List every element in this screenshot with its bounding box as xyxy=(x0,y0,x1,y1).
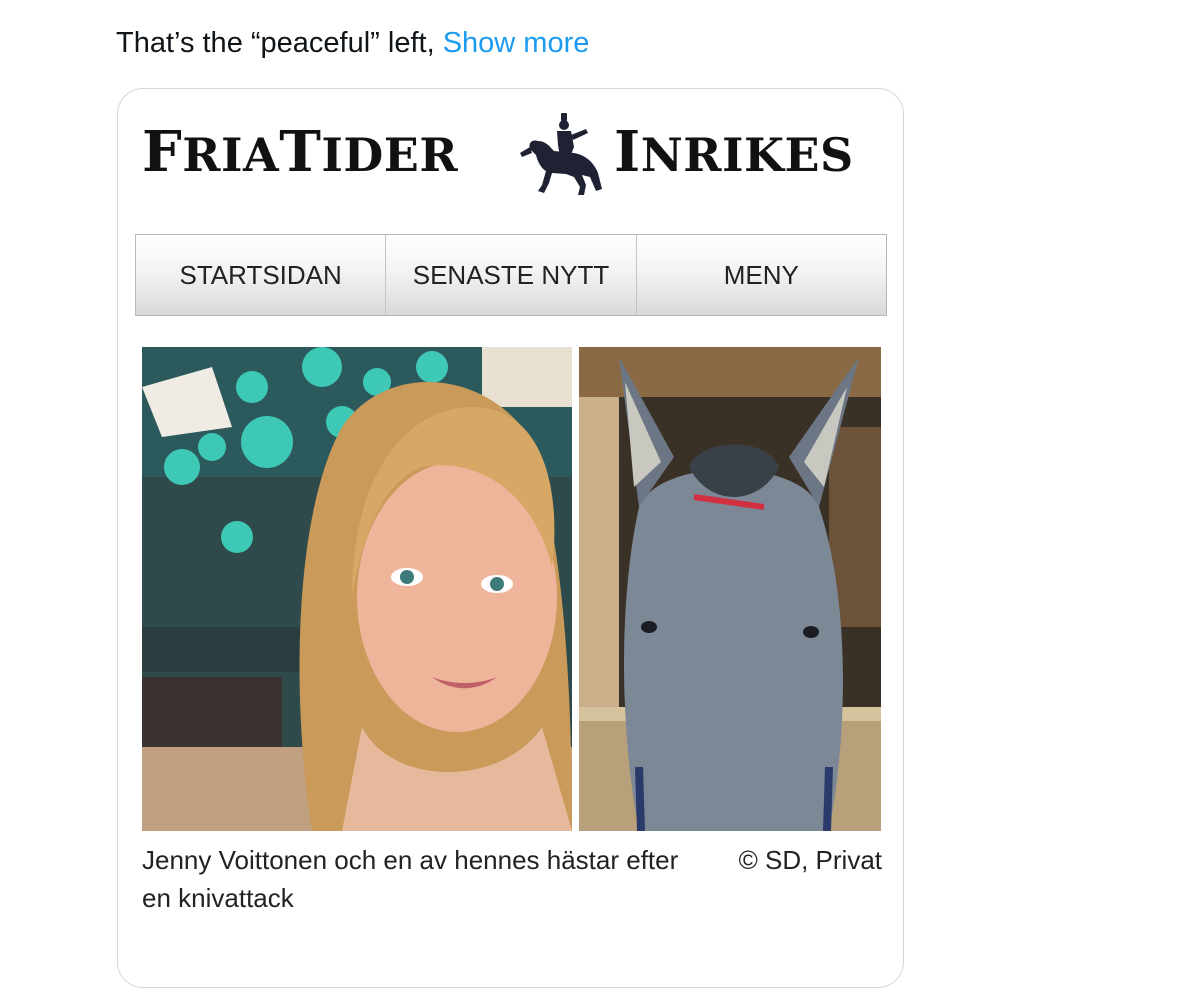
link-card[interactable]: FRIATIDER INRIKES STARTSIDAN SENASTE NYT… xyxy=(117,88,904,988)
photo-caption: Jenny Voittonen och en av hennes hästar … xyxy=(142,841,882,917)
masthead-section: INRIKES xyxy=(614,119,854,185)
nav-meny[interactable]: MENY xyxy=(637,235,886,315)
nav-startsidan[interactable]: STARTSIDAN xyxy=(136,235,387,315)
site-nav: STARTSIDAN SENASTE NYTT MENY xyxy=(135,234,887,316)
masthead: FRIATIDER INRIKES xyxy=(142,113,882,197)
masthead-title: FRIATIDER xyxy=(142,119,459,185)
tweet-text: That’s the “peaceful” left, Show more xyxy=(116,24,589,62)
caption-text: Jenny Voittonen och en av hennes hästar … xyxy=(142,845,679,913)
nav-senaste-nytt[interactable]: SENASTE NYTT xyxy=(386,235,637,315)
horse-rider-icon xyxy=(520,113,602,195)
photo-credit: © SD, Privat xyxy=(738,845,882,875)
portrait-photo xyxy=(142,347,572,831)
horse-photo xyxy=(579,347,881,831)
show-more-link[interactable]: Show more xyxy=(443,27,590,59)
tweet-body: That’s the “peaceful” left, xyxy=(116,27,443,59)
